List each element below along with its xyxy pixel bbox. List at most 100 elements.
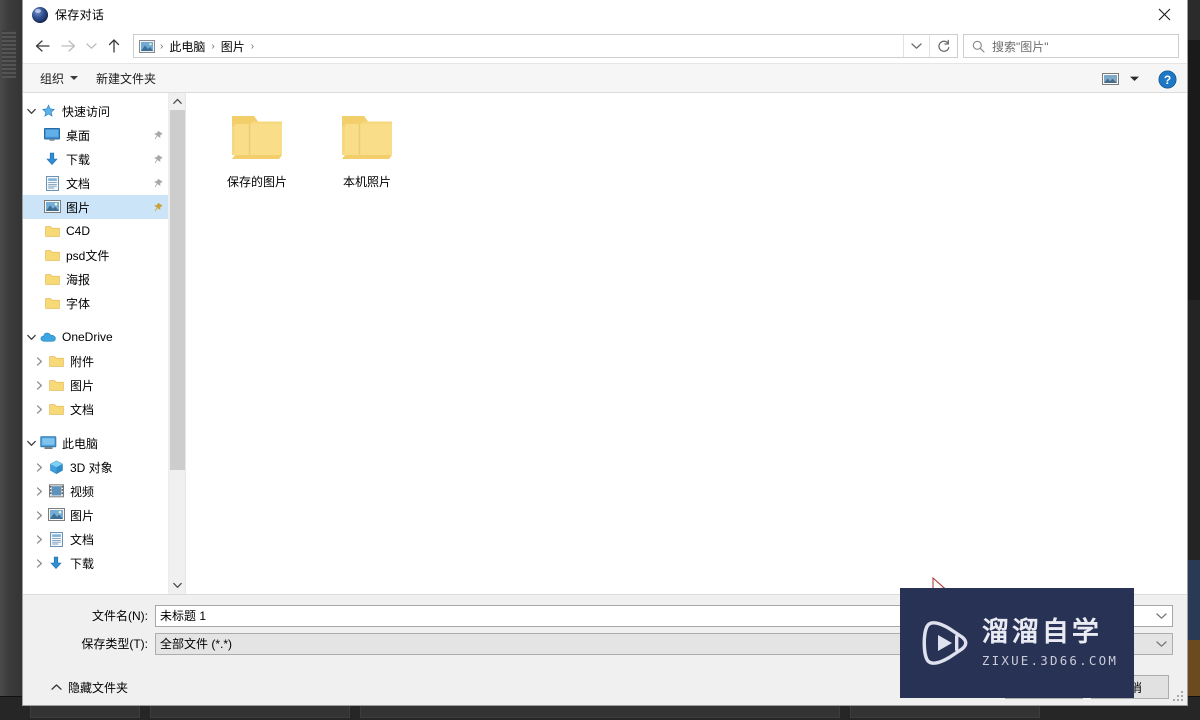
sidebar-group-label: 快速访问 — [62, 104, 111, 119]
sidebar-item-pc-downloads[interactable]: 下载 — [23, 551, 168, 575]
folder-icon — [43, 271, 61, 287]
chevron-right-icon[interactable] — [31, 373, 47, 397]
search-input[interactable]: 搜索"图片" — [963, 34, 1179, 58]
sidebar-item-pc-documents[interactable]: 文档 — [23, 527, 168, 551]
chevron-right-icon[interactable] — [31, 551, 47, 575]
sidebar-group-quick-access[interactable]: 快速访问 — [23, 99, 168, 123]
chevron-down-icon — [911, 43, 922, 49]
sidebar-item-onedrive-documents[interactable]: 文档 — [23, 397, 168, 421]
list-item-label: 保存的图片 — [226, 175, 287, 189]
sidebar-item-label: 图片 — [70, 378, 95, 393]
sidebar-item-onedrive-pictures[interactable]: 图片 — [23, 373, 168, 397]
chevron-up-icon — [51, 684, 62, 690]
sidebar-item-desktop[interactable]: 桌面 — [23, 123, 168, 147]
back-button[interactable] — [29, 33, 55, 59]
sidebar-item-videos[interactable]: 视频 — [23, 479, 168, 503]
sidebar-item-3d-objects[interactable]: 3D 对象 — [23, 455, 168, 479]
filetype-label: 保存类型(T): — [81, 637, 148, 651]
filename-dropdown-button[interactable] — [1150, 605, 1172, 627]
app-orb-icon — [32, 6, 48, 23]
sidebar-item-psd-files[interactable]: psd文件 — [23, 243, 168, 267]
background-app-left-strip — [0, 0, 22, 720]
videos-icon — [47, 483, 65, 499]
sidebar-item-attachments[interactable]: 附件 — [23, 349, 168, 373]
chevron-right-icon[interactable] — [31, 349, 47, 373]
sidebar-item-c4d[interactable]: C4D — [23, 219, 168, 243]
sidebar-item-label: 桌面 — [66, 128, 91, 143]
documents-icon — [47, 531, 65, 547]
folder-icon — [47, 353, 65, 369]
address-dropdown-button[interactable] — [903, 35, 929, 57]
search-icon — [972, 40, 985, 53]
chevron-right-icon[interactable] — [31, 527, 47, 551]
list-item[interactable]: 本机照片 — [312, 107, 422, 190]
background-texture — [2, 30, 16, 78]
sidebar-item-documents[interactable]: 文档 — [23, 171, 168, 195]
pin-icon[interactable] — [150, 200, 164, 214]
pin-icon[interactable] — [150, 152, 164, 166]
up-button[interactable] — [101, 33, 127, 59]
scroll-up-button[interactable] — [169, 93, 186, 110]
breadcrumb-item-this-pc[interactable]: 此电脑 — [165, 37, 209, 56]
file-list-view[interactable]: 保存的图片 本机照片 — [185, 93, 1187, 594]
chevron-right-icon[interactable] — [31, 397, 47, 421]
sidebar-item-pc-pictures[interactable]: 图片 — [23, 503, 168, 527]
scroll-down-button[interactable] — [169, 577, 186, 594]
address-bar[interactable]: › 此电脑 › 图片 › — [133, 34, 958, 58]
scrollbar-thumb[interactable] — [170, 110, 185, 470]
sidebar-group-this-pc[interactable]: 此电脑 — [23, 431, 168, 455]
navigation-scrollbar[interactable] — [168, 93, 186, 594]
chevron-down-icon — [173, 582, 182, 588]
resize-grip-icon[interactable] — [1172, 690, 1184, 702]
close-icon — [1158, 8, 1171, 21]
watermark-text-block: 溜溜自学 ZIXUE.3D66.COM — [982, 618, 1118, 668]
chevron-down-icon — [1129, 76, 1139, 81]
sidebar-item-fonts[interactable]: 字体 — [23, 291, 168, 315]
filetype-dropdown-button[interactable] — [1150, 633, 1172, 655]
title-bar[interactable]: 保存对话 — [23, 0, 1187, 29]
view-options-button[interactable] — [1125, 68, 1143, 90]
sidebar-item-label: 附件 — [70, 354, 95, 369]
change-view-button[interactable] — [1097, 68, 1123, 90]
list-item-label: 本机照片 — [342, 175, 391, 189]
download-icon — [47, 555, 65, 571]
sidebar-item-downloads[interactable]: 下载 — [23, 147, 168, 171]
sidebar-group-onedrive[interactable]: OneDrive — [23, 325, 168, 349]
chevron-down-icon — [85, 43, 97, 49]
hide-folders-toggle[interactable]: 隐藏文件夹 — [37, 679, 128, 696]
arrow-right-icon — [60, 40, 75, 52]
chevron-down-icon[interactable] — [23, 325, 39, 349]
folder-icon — [232, 116, 282, 159]
view-layout-icon — [1101, 73, 1119, 85]
recent-locations-button[interactable] — [81, 33, 101, 59]
pin-icon[interactable] — [150, 176, 164, 190]
chevron-right-icon[interactable] — [31, 479, 47, 503]
chevron-right-icon[interactable] — [31, 455, 47, 479]
sidebar-item-label: 3D 对象 — [70, 460, 113, 475]
chevron-down-icon[interactable] — [23, 431, 39, 455]
play-button-logo-icon — [922, 621, 968, 665]
chevron-down-icon[interactable] — [23, 99, 39, 123]
background-app-right-strip — [1188, 0, 1200, 720]
sidebar-item-label: C4D — [66, 224, 91, 238]
new-folder-label: 新建文件夹 — [96, 71, 157, 86]
sidebar-item-label: 下载 — [66, 152, 91, 167]
breadcrumb-item-pictures[interactable]: 图片 — [217, 37, 249, 56]
new-folder-button[interactable]: 新建文件夹 — [87, 66, 165, 91]
navigation-pane[interactable]: 快速访问 桌面 下载 文档 图片 C4D psd文件 海报 字体 OneDriv… — [23, 93, 168, 594]
sidebar-item-label: 图片 — [70, 508, 95, 523]
sidebar-item-posters[interactable]: 海报 — [23, 267, 168, 291]
refresh-button[interactable] — [929, 35, 957, 57]
close-button[interactable] — [1142, 0, 1187, 29]
pin-icon[interactable] — [150, 128, 164, 142]
organize-button[interactable]: 组织 — [31, 66, 87, 91]
watermark-brand-cn: 溜溜自学 — [981, 617, 1102, 649]
sidebar-item-pictures[interactable]: 图片 — [23, 195, 168, 219]
watermark-overlay: 溜溜自学 ZIXUE.3D66.COM — [900, 588, 1134, 698]
help-button[interactable]: ? — [1153, 67, 1181, 91]
forward-button[interactable] — [55, 33, 81, 59]
arrow-up-icon — [108, 39, 120, 53]
chevron-right-icon[interactable] — [31, 503, 47, 527]
list-item[interactable]: 保存的图片 — [202, 107, 312, 190]
